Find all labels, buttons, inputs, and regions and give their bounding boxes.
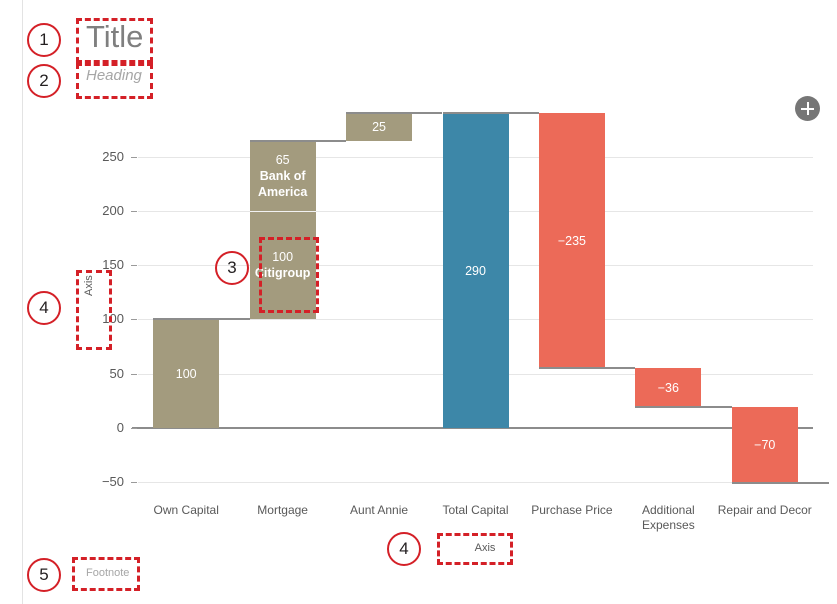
bar-value: 25 [372, 119, 387, 134]
chart-bar[interactable]: 100 Citigroup [249, 211, 316, 320]
annotation-marker-1: 1 [27, 23, 61, 57]
y-tick-label: 200 [102, 203, 124, 219]
plus-icon[interactable] [795, 96, 820, 121]
chart-bar[interactable]: 100 [153, 319, 220, 428]
annotation-marker-4-y: 4 [27, 291, 61, 325]
page-heading[interactable]: Heading [86, 66, 142, 86]
bar-value-label: 65 Bank of America [250, 152, 316, 200]
y-tick-label: 150 [102, 257, 124, 273]
bar-value-label: 290 [443, 263, 509, 279]
x-axis-title: Axis [474, 542, 496, 554]
y-tick-mark [131, 265, 137, 267]
chart-bar[interactable]: 290 [442, 113, 509, 428]
waterfall-connector [635, 406, 732, 409]
bar-value-label: −235 [539, 233, 605, 249]
y-axis-title: Axis [83, 275, 95, 296]
slide-canvas: 250 200 150 100 50 0 −50 100 100 Citigroup 65 Bank … [0, 0, 837, 604]
x-tick-label: Own Capital [153, 503, 219, 517]
waterfall-chart[interactable]: 250 200 150 100 50 0 −50 100 100 Citigroup 65 Bank … [0, 0, 837, 604]
bar-value: 65 [275, 152, 290, 167]
chart-bar[interactable]: −235 [538, 113, 605, 369]
x-tick-label: Repair and Decor [717, 503, 812, 517]
bar-value: −36 [657, 380, 679, 395]
annotation-marker-2: 2 [27, 64, 61, 98]
y-tick-label: 50 [109, 365, 124, 381]
waterfall-connector [153, 318, 250, 321]
waterfall-connector [249, 139, 347, 142]
page-footnote[interactable]: Footnote [86, 566, 129, 581]
bar-value-label: 100 Citigroup [250, 249, 316, 281]
y-tick-mark [131, 156, 137, 158]
y-tick-mark [131, 482, 137, 484]
chart-bar[interactable]: 65 Bank of America [249, 140, 316, 212]
x-tick-label: Aunt Annie [350, 503, 409, 517]
bar-value-label: −70 [732, 437, 798, 453]
segment-divider [249, 211, 316, 213]
bar-value: 290 [465, 263, 486, 278]
y-tick-mark [131, 319, 137, 321]
y-tick-label: 250 [102, 148, 124, 164]
y-tick-mark [131, 211, 137, 213]
page-title[interactable]: Title [86, 18, 143, 56]
bar-series-label: Citigroup [254, 266, 311, 281]
bar-value-label: 25 [346, 119, 412, 135]
y-tick-label: 0 [116, 419, 124, 435]
chart-bar[interactable]: 25 [346, 113, 413, 141]
y-tick-mark [131, 373, 137, 375]
bar-value-label: −36 [635, 380, 701, 396]
x-tick-label: Mortgage [257, 503, 308, 517]
bar-value: −235 [557, 233, 586, 248]
annotation-marker-3: 3 [215, 251, 249, 285]
waterfall-connector [442, 112, 539, 115]
waterfall-connector [731, 482, 829, 485]
x-tick-label: Total Capital [442, 503, 509, 517]
chart-bar[interactable]: −36 [635, 368, 702, 408]
gridline [138, 482, 813, 484]
y-tick-label: 100 [102, 311, 124, 327]
chart-bar[interactable]: −70 [731, 407, 798, 484]
y-tick-mark [131, 427, 137, 429]
x-tick-label: Purchase Price [531, 503, 613, 517]
annotation-marker-4-x: 4 [387, 532, 421, 566]
x-tick-label: Additional Expenses [641, 503, 695, 532]
bar-value: 100 [272, 250, 294, 265]
bar-series-label: Bank of America [257, 168, 308, 199]
y-tick-label: −50 [101, 474, 124, 490]
chart-plot-area[interactable]: 250 200 150 100 50 0 −50 100 100 Citigroup 65 Bank … [102, 108, 829, 532]
bar-value: 100 [175, 366, 197, 381]
annotation-marker-5: 5 [27, 558, 61, 592]
waterfall-connector [538, 367, 636, 370]
bar-value: −70 [754, 438, 776, 453]
waterfall-connector [346, 112, 443, 115]
bar-value-label: 100 [153, 366, 219, 382]
